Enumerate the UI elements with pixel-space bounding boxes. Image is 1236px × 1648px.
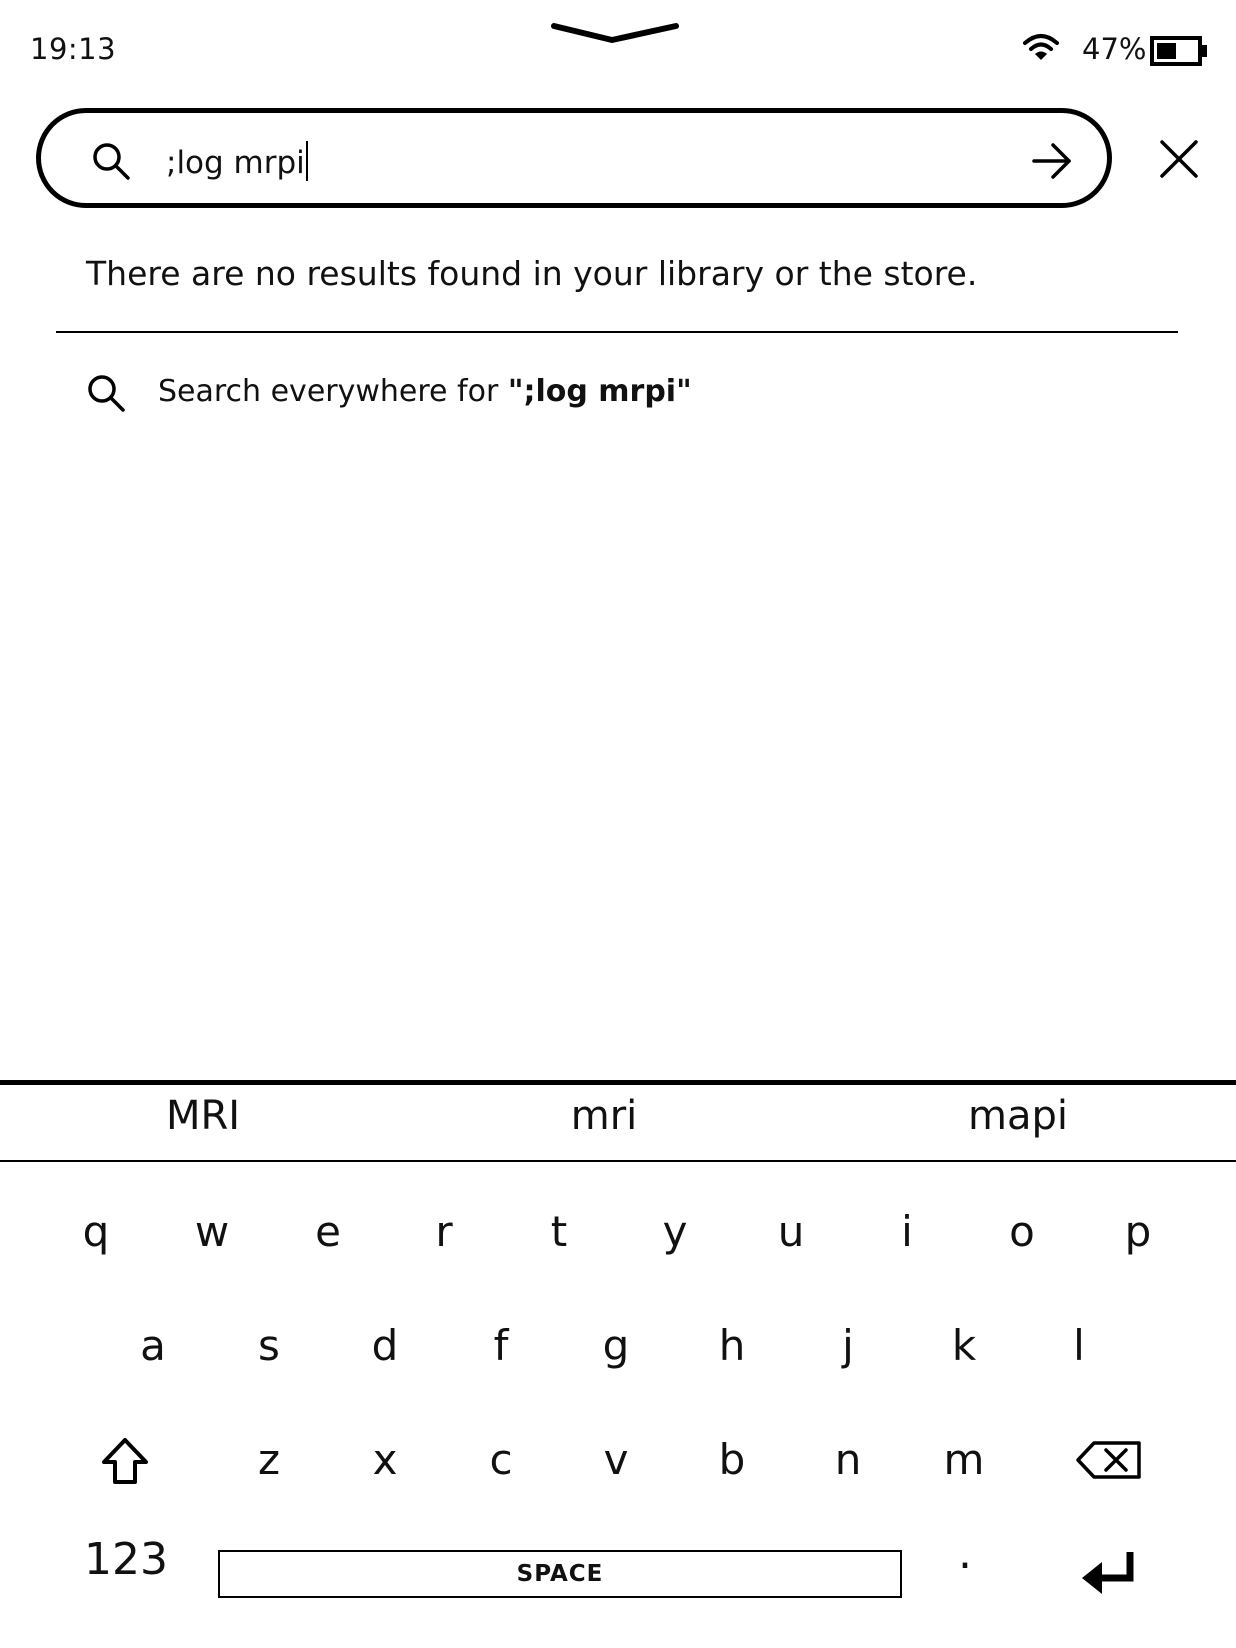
- battery-icon: [1150, 36, 1207, 66]
- space-key[interactable]: SPACE: [218, 1550, 902, 1598]
- numbers-key[interactable]: 123: [84, 1534, 168, 1585]
- key-j[interactable]: j: [803, 1306, 893, 1386]
- suggestion-2[interactable]: mri: [454, 1093, 754, 1153]
- key-p[interactable]: p: [1093, 1192, 1183, 1272]
- search-query: ;log mrpi: [166, 145, 305, 181]
- status-time: 19:13: [30, 32, 117, 66]
- arrow-right-icon[interactable]: [1031, 141, 1073, 181]
- backspace-icon[interactable]: [1076, 1440, 1142, 1480]
- key-r[interactable]: r: [399, 1192, 489, 1272]
- wifi-icon: [1023, 34, 1059, 60]
- key-q[interactable]: q: [51, 1192, 141, 1272]
- key-c[interactable]: c: [456, 1420, 546, 1500]
- battery-percent: 47%: [1082, 32, 1147, 66]
- key-n[interactable]: n: [803, 1420, 893, 1500]
- search-bar: ;log mrpi: [36, 108, 1112, 208]
- shift-icon[interactable]: [100, 1436, 150, 1486]
- key-h[interactable]: h: [687, 1306, 777, 1386]
- key-g[interactable]: g: [571, 1306, 661, 1386]
- screen: 19:13 47% ;log mrpi There are no results…: [0, 0, 1236, 1648]
- search-everywhere-query: ";log mrpi": [507, 374, 692, 409]
- key-a[interactable]: a: [108, 1306, 198, 1386]
- search-everywhere-label: Search everywhere for ";log mrpi": [158, 374, 692, 409]
- key-w[interactable]: w: [167, 1192, 257, 1272]
- text-caret: [305, 141, 308, 181]
- divider: [56, 331, 1178, 333]
- search-icon: [93, 143, 130, 180]
- key-x[interactable]: x: [340, 1420, 430, 1500]
- suggestion-1[interactable]: MRI: [53, 1093, 353, 1153]
- key-f[interactable]: f: [456, 1306, 546, 1386]
- no-results-message: There are no results found in your libra…: [86, 254, 978, 293]
- key-l[interactable]: l: [1034, 1306, 1124, 1386]
- suggestion-3[interactable]: mapi: [868, 1093, 1168, 1153]
- search-input[interactable]: ;log mrpi: [166, 141, 308, 181]
- chevron-down-icon[interactable]: [550, 18, 680, 48]
- suggestion-divider: [0, 1160, 1236, 1162]
- key-d[interactable]: d: [340, 1306, 430, 1386]
- key-y[interactable]: y: [630, 1192, 720, 1272]
- enter-icon[interactable]: [1080, 1550, 1138, 1596]
- key-m[interactable]: m: [919, 1420, 1009, 1500]
- key-v[interactable]: v: [571, 1420, 661, 1500]
- search-everywhere-prefix: Search everywhere for: [158, 374, 508, 409]
- period-key[interactable]: .: [950, 1528, 980, 1579]
- key-u[interactable]: u: [746, 1192, 836, 1272]
- close-icon[interactable]: [1158, 138, 1200, 180]
- key-t[interactable]: t: [514, 1192, 604, 1272]
- key-b[interactable]: b: [687, 1420, 777, 1500]
- key-i[interactable]: i: [862, 1192, 952, 1272]
- suggestion-row: MRI mri mapi: [0, 1085, 1236, 1161]
- key-o[interactable]: o: [977, 1192, 1067, 1272]
- search-everywhere-item[interactable]: Search everywhere for ";log mrpi": [86, 368, 786, 418]
- key-e[interactable]: e: [283, 1192, 373, 1272]
- search-icon: [88, 375, 125, 412]
- key-k[interactable]: k: [919, 1306, 1009, 1386]
- key-s[interactable]: s: [224, 1306, 314, 1386]
- key-z[interactable]: z: [224, 1420, 314, 1500]
